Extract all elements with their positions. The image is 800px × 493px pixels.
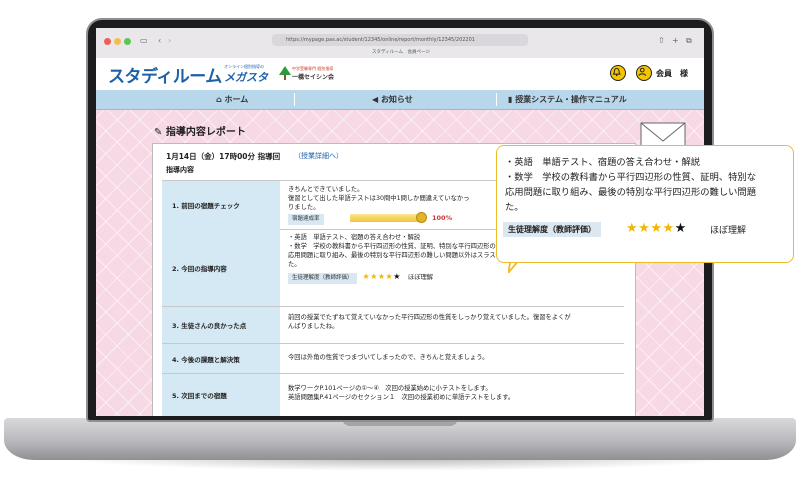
understanding-rating: 生徒理解度（教師評価） ★★★★★ ほぼ理解 xyxy=(288,272,618,284)
completion-track xyxy=(350,214,422,222)
understanding-text: ほぼ理解 xyxy=(407,274,434,281)
callout-line: ・英語 単語テスト、宿題の答え合わせ・解説 xyxy=(505,157,701,168)
nav-news[interactable]: ◀ お知らせ xyxy=(372,90,413,109)
report-title: ✎ 指導内容レポート xyxy=(154,123,246,138)
report-icon: ✎ xyxy=(154,127,166,138)
callout-eval-text: ほぼ理解 xyxy=(710,226,747,236)
nav-home-label: ホーム xyxy=(224,95,249,104)
forward-icon[interactable]: › xyxy=(168,36,171,45)
browser-chrome: ▭ ‹ › https://mypage.pas.ac/student/1234… xyxy=(96,28,704,59)
address-bar[interactable]: https://mypage.pas.ac/student/12345/onli… xyxy=(272,34,528,46)
row-content: 数学ワークP.101ページの①〜④ 次回の授業始めに小テストをします。 英語問題… xyxy=(288,384,618,402)
back-icon[interactable]: ‹ xyxy=(158,36,161,45)
bell-icon[interactable] xyxy=(610,65,626,81)
star-empty-icon: ★ xyxy=(674,221,687,236)
star-filled-icon: ★ xyxy=(626,221,639,236)
callout-line: た。 xyxy=(505,202,524,213)
row-content: 今回は外角の性質でつまづいてしまったので、きちんと覚えましょう。 xyxy=(288,353,618,362)
callout-line: ・数学 学校の教科書から平行四辺形の性質、証明、特別な xyxy=(505,172,757,183)
lesson-detail-link[interactable]: （授業詳細へ） xyxy=(294,151,343,161)
nav-news-label: お知らせ xyxy=(380,95,413,104)
new-tab-icon[interactable]: + xyxy=(672,36,679,45)
row-label: 4. 今後の課題と解決策 xyxy=(162,344,280,373)
section-label: 指導内容 xyxy=(166,166,194,174)
megaphone-icon: ◀ xyxy=(372,95,381,104)
user-icon[interactable] xyxy=(636,65,652,81)
seigan-tree-icon xyxy=(279,66,291,80)
report-row-good-points: 3. 生徒さんの良かった点 前回の授業でたずねて覚えていなかった平行四辺形の性質… xyxy=(162,307,624,344)
minimize-window-button[interactable] xyxy=(114,38,121,45)
report-row-issues: 4. 今後の課題と解決策 今回は外角の性質でつまづいてしまったので、きちんと覚え… xyxy=(162,344,624,374)
completion-label: 宿題達成率 xyxy=(288,214,324,225)
row-line: 前回の授業でたずねて覚えていなかった平行四辺形の性質をしっかり覚えていました。復… xyxy=(288,314,571,321)
callout-star-rating: ★★★★★ xyxy=(626,221,687,236)
main-nav: ⌂ ホーム ◀ お知らせ ▮ 授業システム・操作マニュアル xyxy=(96,90,704,110)
close-window-button[interactable] xyxy=(104,38,111,45)
row-label: 3. 生徒さんの良かった点 xyxy=(162,307,280,343)
nav-manual[interactable]: ▮ 授業システム・操作マニュアル xyxy=(508,90,627,109)
seigan-logo: 一橋セイシン会 xyxy=(292,74,335,81)
row-line: んばりましたね。 xyxy=(288,323,339,330)
row-label: 2. 今回の指導内容 xyxy=(162,229,280,306)
row-content: 前回の授業でたずねて覚えていなかった平行四辺形の性質をしっかり覚えていました。復… xyxy=(288,313,618,331)
user-name[interactable]: 会員 様 xyxy=(656,68,688,79)
sidebar-icon[interactable]: ▭ xyxy=(140,36,148,45)
callout-line: 応用問題に取り組み、最後の特別な平行四辺形の難しい問題 xyxy=(505,187,757,198)
star-filled-icon: ★ xyxy=(638,221,651,236)
completion-percent: 100% xyxy=(432,214,453,222)
home-icon: ⌂ xyxy=(216,95,225,104)
studyroom-logo[interactable]: スタディルーム xyxy=(108,62,222,87)
completion-fill xyxy=(350,214,422,222)
nav-home[interactable]: ⌂ ホーム xyxy=(216,90,248,109)
report-title-text: 指導内容レポート xyxy=(165,127,246,138)
star-filled-icon: ★ xyxy=(662,221,675,236)
url-text: https://mypage.pas.ac/student/12345/onli… xyxy=(286,37,475,43)
star-empty-icon: ★ xyxy=(393,272,401,281)
row-label: 5. 次回までの宿題 xyxy=(162,374,280,416)
star-filled-icon: ★ xyxy=(370,272,378,281)
star-rating: ★★★★★ xyxy=(363,272,401,281)
medal-icon xyxy=(416,212,427,223)
row-line: 数学ワークP.101ページの①〜④ 次回の授業始めに小テストをします。 xyxy=(288,385,492,392)
maximize-window-button[interactable] xyxy=(124,38,131,45)
nav-divider xyxy=(496,93,497,106)
tabs-overview-icon[interactable]: ⧉ xyxy=(686,36,692,46)
understanding-label: 生徒理解度（教師評価） xyxy=(288,273,357,284)
row-line: 英語問題集P.41ページのセクション１ 次回の授業初めに単語テストをします。 xyxy=(288,394,515,401)
nav-divider xyxy=(294,93,295,106)
report-row-homework: 5. 次回までの宿題 数学ワークP.101ページの①〜④ 次回の授業始めに小テス… xyxy=(162,374,624,416)
tab-title[interactable]: スタディルーム 会員ページ xyxy=(372,49,430,55)
callout-eval-label: 生徒理解度（教師評価） xyxy=(503,222,601,237)
lesson-header: 1月14日（金）17時00分 指導回 xyxy=(166,152,281,161)
nav-manual-label: 授業システム・操作マニュアル xyxy=(515,95,627,104)
row-label: 1. 前回の宿題チェック xyxy=(162,181,280,229)
star-filled-icon: ★ xyxy=(377,272,386,281)
megasta-logo: メガスタ xyxy=(224,71,268,84)
share-icon[interactable]: ⇧ xyxy=(658,36,665,45)
star-filled-icon: ★ xyxy=(650,221,663,236)
row-line: 今回は外角の性質でつまづいてしまったので、きちんと覚えましょう。 xyxy=(288,354,489,361)
